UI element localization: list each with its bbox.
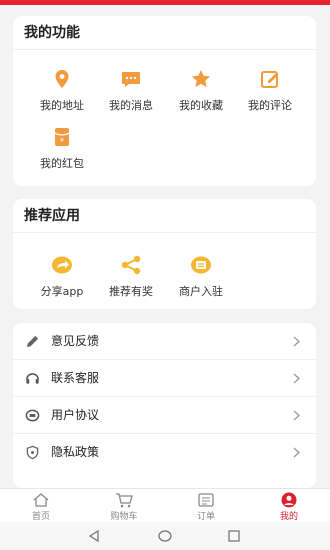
star-icon: [192, 70, 210, 87]
bottom-tab-bar: 首页 购物车 订单 我的: [0, 488, 330, 522]
chevron-right-icon: [293, 373, 300, 384]
recommend-reward-item[interactable]: 推荐有奖: [93, 254, 169, 299]
cart-icon: [116, 493, 133, 508]
my-messages-item[interactable]: 我的消息: [93, 68, 169, 113]
message-icon: [122, 72, 140, 87]
system-nav-bar: [0, 522, 330, 550]
tab-orders-label: 订单: [196, 512, 215, 522]
merchant-join-item[interactable]: 商户入驻: [163, 254, 239, 299]
pencil-icon: [26, 335, 39, 348]
merchant-join-label: 商户入驻: [179, 285, 223, 298]
settings-list-card: 意见反馈 联系客服 用户协议 隐私政策: [13, 323, 316, 488]
recommended-apps-title: 推荐应用: [13, 199, 316, 233]
tab-orders[interactable]: 订单: [165, 489, 247, 523]
share-icon: [52, 256, 72, 274]
tab-home[interactable]: 首页: [0, 489, 82, 523]
share-app-item[interactable]: 分享app: [24, 254, 100, 299]
my-functions-card: 我的功能 我的地址 我的消息 我的收藏 我的评论 ¥ 我的红包: [13, 16, 316, 186]
my-address-label: 我的地址: [40, 99, 84, 112]
chevron-right-icon: [293, 336, 300, 347]
my-comments-label: 我的评论: [248, 99, 292, 112]
tab-cart[interactable]: 购物车: [83, 489, 165, 523]
location-icon: [55, 70, 69, 88]
merchant-icon: [191, 256, 211, 274]
recommended-apps-card: 推荐应用 分享app 推荐有奖 商户入驻: [13, 199, 316, 309]
my-favorites-label: 我的收藏: [179, 99, 223, 112]
back-icon[interactable]: [88, 530, 100, 542]
edit-icon: [261, 71, 278, 88]
home-icon: [33, 493, 49, 507]
headset-icon: [26, 373, 39, 384]
recents-icon[interactable]: [228, 530, 240, 542]
agreement-icon: [25, 409, 40, 422]
red-envelope-icon: ¥: [54, 128, 70, 146]
chevron-right-icon: [293, 447, 300, 458]
recommend-reward-label: 推荐有奖: [109, 285, 153, 298]
shield-icon: [26, 445, 39, 460]
feedback-row[interactable]: 意见反馈: [13, 323, 316, 360]
privacy-policy-label: 隐私政策: [51, 445, 100, 459]
user-agreement-label: 用户协议: [51, 408, 100, 422]
order-icon: [198, 493, 214, 507]
recommend-icon: [121, 255, 141, 275]
profile-icon: [281, 492, 297, 508]
user-agreement-row[interactable]: 用户协议: [13, 397, 316, 434]
home-nav-icon[interactable]: [158, 530, 172, 542]
tab-profile[interactable]: 我的: [248, 489, 330, 523]
my-messages-label: 我的消息: [109, 99, 153, 112]
my-red-envelope-item[interactable]: ¥ 我的红包: [24, 126, 100, 171]
tab-profile-label: 我的: [279, 512, 298, 522]
my-comments-item[interactable]: 我的评论: [232, 68, 308, 113]
privacy-policy-row[interactable]: 隐私政策: [13, 434, 316, 471]
my-red-envelope-label: 我的红包: [40, 157, 84, 170]
top-accent-bar: [0, 0, 330, 5]
my-address-item[interactable]: 我的地址: [24, 68, 100, 113]
my-functions-title: 我的功能: [13, 16, 316, 50]
contact-support-label: 联系客服: [51, 371, 100, 385]
tab-home-label: 首页: [31, 512, 50, 522]
tab-cart-label: 购物车: [110, 512, 138, 522]
chevron-right-icon: [293, 410, 300, 421]
contact-support-row[interactable]: 联系客服: [13, 360, 316, 397]
svg-text:¥: ¥: [60, 137, 64, 144]
share-app-label: 分享app: [40, 285, 84, 298]
feedback-label: 意见反馈: [51, 334, 100, 348]
my-favorites-item[interactable]: 我的收藏: [163, 68, 239, 113]
